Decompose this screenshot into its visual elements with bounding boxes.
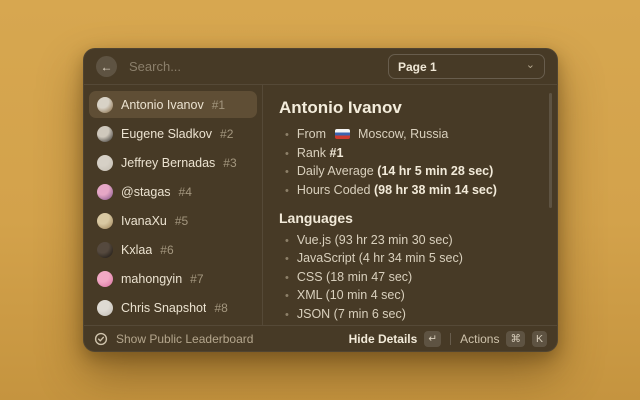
divider xyxy=(450,333,451,345)
user-rank: #3 xyxy=(223,156,236,170)
user-rank: #5 xyxy=(175,214,188,228)
user-name: Chris Snapshot xyxy=(121,301,206,315)
bullet-icon: • xyxy=(285,129,289,142)
stat-value: #1 xyxy=(330,146,344,160)
avatar xyxy=(97,126,113,142)
command-title: Show Public Leaderboard xyxy=(116,332,253,346)
stat-value: (14 hr 5 min 28 sec) xyxy=(377,164,493,178)
page-dropdown-value: Page 1 xyxy=(398,60,437,74)
leaderboard-list-item[interactable]: Kxlaa #6 xyxy=(89,236,257,263)
bullet-icon: • xyxy=(285,166,289,179)
user-rank: #7 xyxy=(190,272,203,286)
actions-button[interactable]: Actions xyxy=(460,332,499,346)
leaderboard-list-item[interactable]: Eugene Sladkov #2 xyxy=(89,120,257,147)
avatar xyxy=(97,184,113,200)
languages-list: • Vue.js (93 hr 23 min 30 sec) • JavaScr… xyxy=(279,234,541,326)
leaderboard-list-item[interactable]: Chris Snapshot #8 xyxy=(89,294,257,321)
avatar xyxy=(97,97,113,113)
detail-stat-item: • Daily Average (14 hr 5 min 28 sec) xyxy=(279,165,541,179)
bullet-icon: • xyxy=(285,272,289,285)
languages-heading: Languages xyxy=(279,210,541,226)
bullet-icon: • xyxy=(285,148,289,161)
user-rank: #1 xyxy=(212,98,225,112)
command-palette-window: ← Page 1 ⌄ Antonio Ivanov #1 Eugene Slad… xyxy=(83,48,558,352)
hide-details-button[interactable]: Hide Details xyxy=(349,332,418,346)
leaderboard-list-item[interactable]: mahongyin #7 xyxy=(89,265,257,292)
stat-text: Hours Coded (98 hr 38 min 14 sec) xyxy=(297,184,497,197)
check-circle-icon xyxy=(94,332,108,346)
content-area: Antonio Ivanov #1 Eugene Sladkov #2 Jeff… xyxy=(84,85,557,325)
status-bar: Show Public Leaderboard Hide Details ↵ A… xyxy=(84,325,557,351)
enter-key-icon: ↵ xyxy=(424,331,441,347)
avatar xyxy=(97,300,113,316)
detail-stat-item: • Rank #1 xyxy=(279,147,541,161)
detail-panel: Antonio Ivanov • From Moscow, Russia • R… xyxy=(263,85,557,325)
bullet-icon: • xyxy=(285,309,289,322)
language-item: • JSON (7 min 6 sec) xyxy=(279,308,541,322)
user-name: IvanaXu xyxy=(121,214,167,228)
stat-value: (98 hr 38 min 14 sec) xyxy=(374,183,497,197)
leaderboard-list-item[interactable]: Antonio Ivanov #1 xyxy=(89,91,257,118)
stat-text: From Moscow, Russia xyxy=(297,128,448,141)
stat-text: JSON (7 min 6 sec) xyxy=(297,308,406,321)
avatar xyxy=(97,213,113,229)
bullet-icon: • xyxy=(285,235,289,248)
user-name: Kxlaa xyxy=(121,243,152,257)
avatar xyxy=(97,271,113,287)
user-name: mahongyin xyxy=(121,272,182,286)
avatar xyxy=(97,242,113,258)
avatar xyxy=(97,155,113,171)
stat-text: Rank #1 xyxy=(297,147,344,160)
language-item: • Vue.js (93 hr 23 min 30 sec) xyxy=(279,234,541,248)
leaderboard-list-item[interactable]: IvanaXu #5 xyxy=(89,207,257,234)
bullet-icon: • xyxy=(285,290,289,303)
user-name: Antonio Ivanov xyxy=(121,98,204,112)
status-bar-left: Show Public Leaderboard xyxy=(94,332,341,346)
search-input[interactable] xyxy=(127,58,378,75)
user-rank: #6 xyxy=(160,243,173,257)
russia-flag-icon xyxy=(335,129,350,139)
stat-text: JavaScript (4 hr 34 min 5 sec) xyxy=(297,252,463,265)
user-rank: #8 xyxy=(214,301,227,315)
user-name: Eugene Sladkov xyxy=(121,127,212,141)
leaderboard-list-item[interactable]: Jeffrey Bernadas #3 xyxy=(89,149,257,176)
user-name: Jeffrey Bernadas xyxy=(121,156,215,170)
language-item: • XML (10 min 4 sec) xyxy=(279,289,541,303)
language-item: • JavaScript (4 hr 34 min 5 sec) xyxy=(279,252,541,266)
language-item: • CSS (18 min 47 sec) xyxy=(279,271,541,285)
cmd-key-icon: ⌘ xyxy=(506,331,525,347)
scrollbar[interactable] xyxy=(549,93,552,208)
page-dropdown[interactable]: Page 1 ⌄ xyxy=(388,54,545,79)
user-rank: #4 xyxy=(179,185,192,199)
detail-stat-item: • Hours Coded (98 hr 38 min 14 sec) xyxy=(279,184,541,198)
detail-stat-item: • From Moscow, Russia xyxy=(279,128,541,142)
leaderboard-list-item[interactable]: @stagas #4 xyxy=(89,178,257,205)
stat-text: Vue.js (93 hr 23 min 30 sec) xyxy=(297,234,453,247)
stats-list: • From Moscow, Russia • Rank #1 • Daily … xyxy=(279,128,541,198)
user-rank: #2 xyxy=(220,127,233,141)
user-name: @stagas xyxy=(121,185,171,199)
bullet-icon: • xyxy=(285,253,289,266)
stat-text: XML (10 min 4 sec) xyxy=(297,289,405,302)
stat-value: Moscow, Russia xyxy=(358,127,448,141)
top-bar: ← Page 1 ⌄ xyxy=(84,49,557,85)
bullet-icon: • xyxy=(285,185,289,198)
detail-title: Antonio Ivanov xyxy=(279,98,541,118)
chevron-down-icon: ⌄ xyxy=(526,58,535,71)
stat-text: Daily Average (14 hr 5 min 28 sec) xyxy=(297,165,493,178)
back-arrow-icon: ← xyxy=(101,61,113,73)
stat-text: CSS (18 min 47 sec) xyxy=(297,271,412,284)
leaderboard-list: Antonio Ivanov #1 Eugene Sladkov #2 Jeff… xyxy=(84,85,263,325)
back-button[interactable]: ← xyxy=(96,56,117,77)
k-key-icon: K xyxy=(532,331,547,347)
status-bar-right: Hide Details ↵ Actions ⌘ K xyxy=(349,331,547,347)
